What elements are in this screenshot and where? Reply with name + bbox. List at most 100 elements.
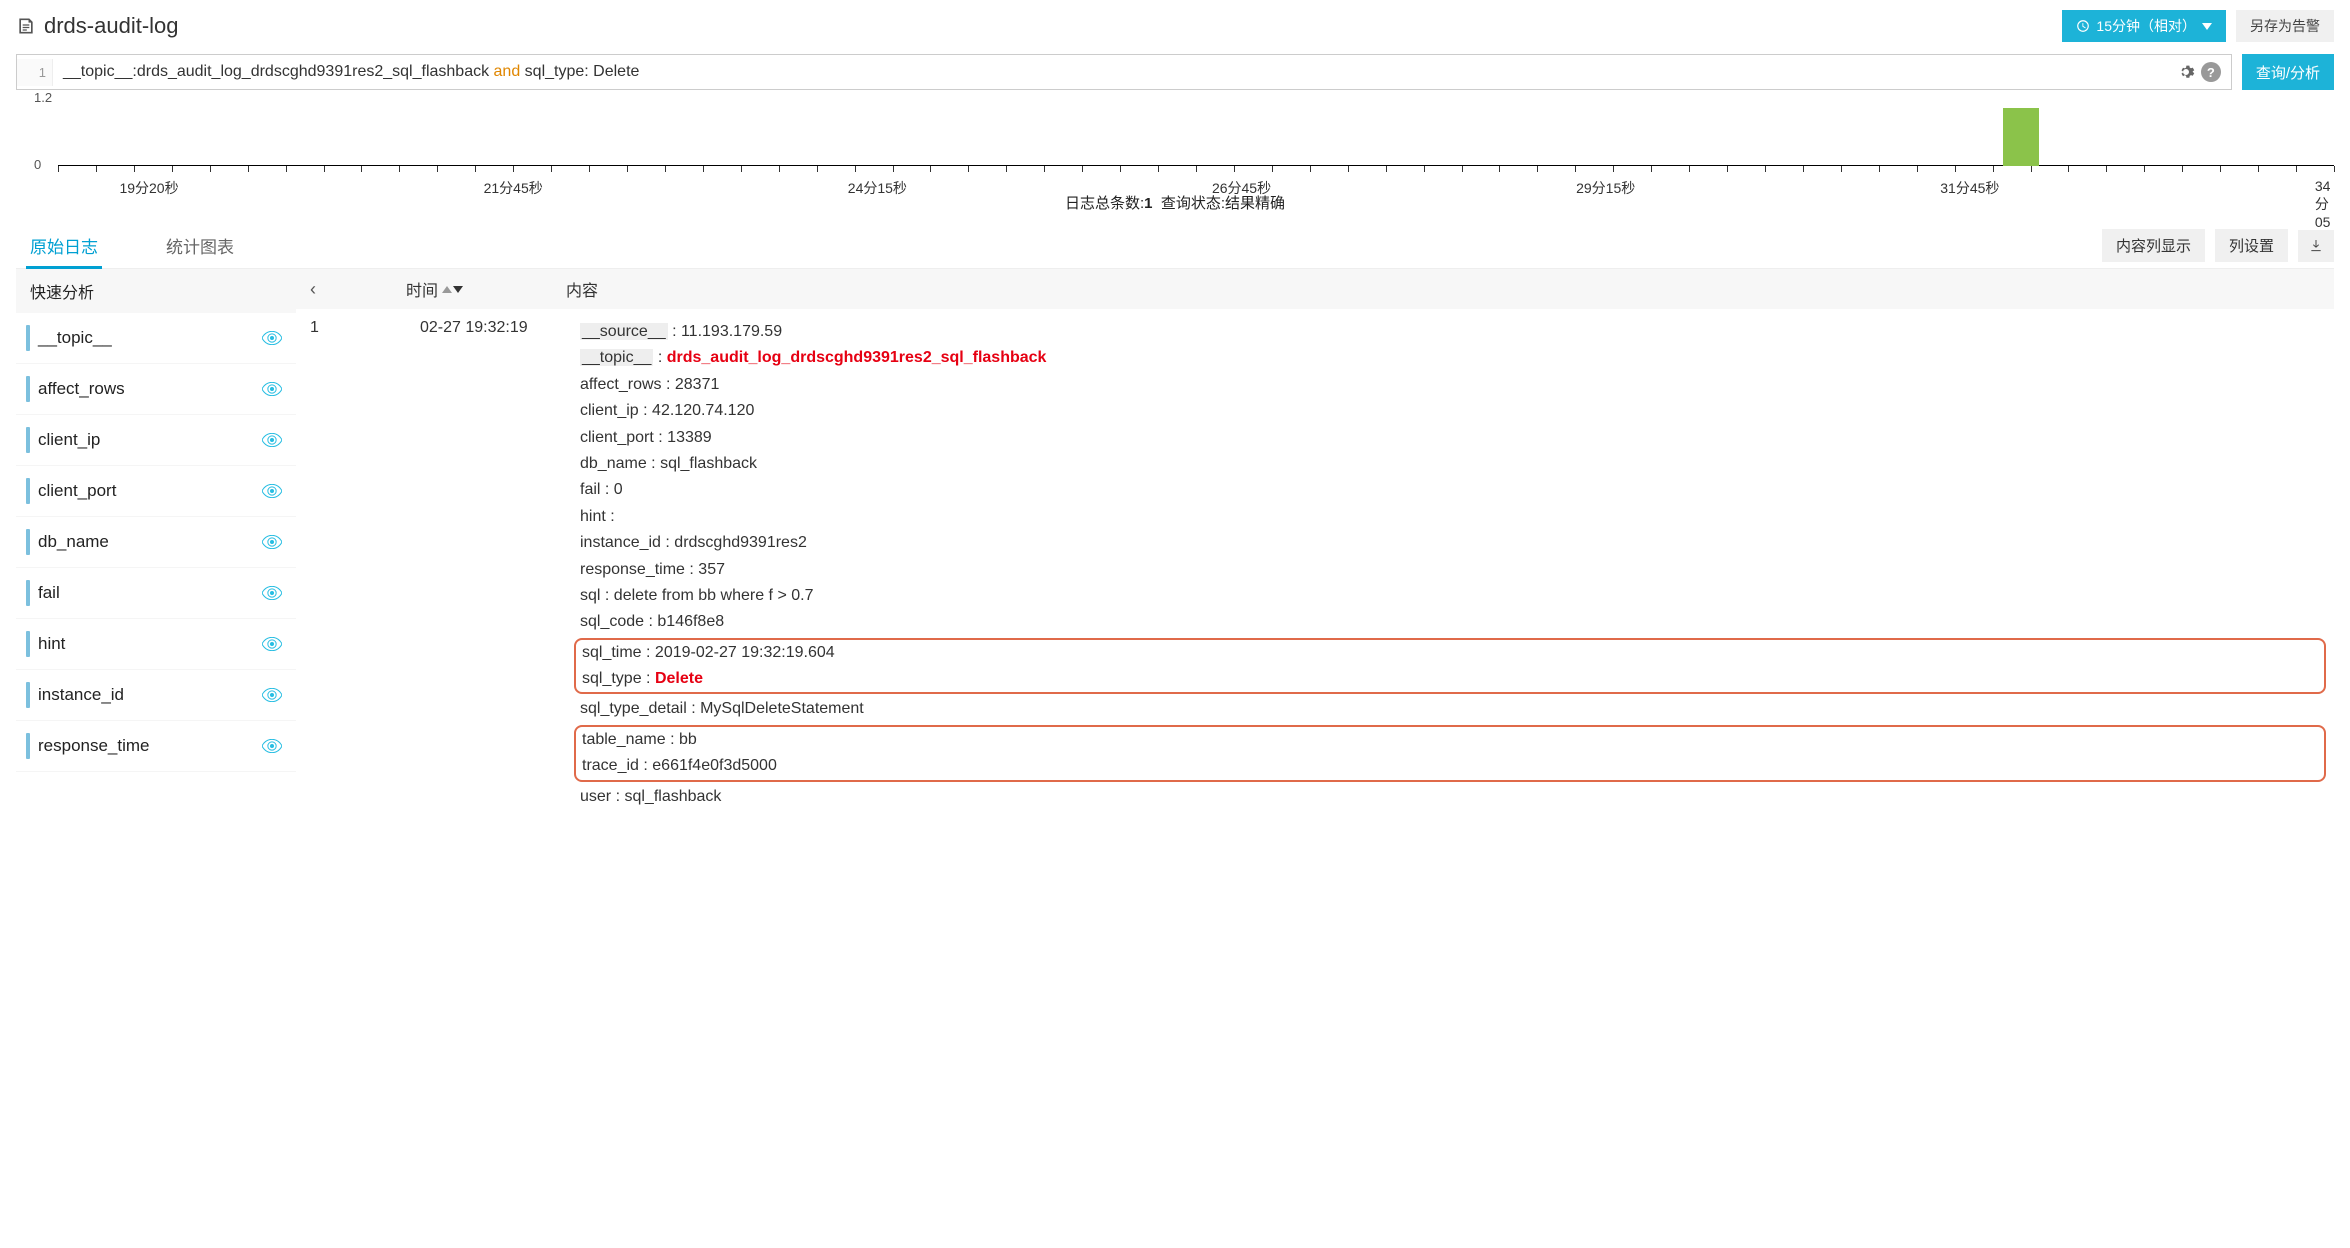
field-item-client_port[interactable]: client_port — [16, 466, 296, 517]
kv-value: 357 — [698, 561, 725, 578]
eye-icon[interactable] — [262, 739, 282, 753]
field-name-label: hint — [38, 634, 65, 654]
kv-pair: response_time : 357 — [580, 557, 2320, 583]
highlight-box: table_name : bbtrace_id : e661f4e0f3d500… — [574, 725, 2326, 782]
kv-value: Delete — [655, 670, 703, 687]
kv-key: sql_type — [582, 670, 642, 687]
kv-key: sql_time — [582, 644, 642, 661]
eye-icon[interactable] — [262, 331, 282, 345]
kv-value: 42.120.74.120 — [652, 402, 754, 419]
page-title: drds-audit-log — [44, 13, 179, 39]
log-content: __source__ : 11.193.179.59__topic__ : dr… — [580, 319, 2320, 810]
gear-icon[interactable] — [2177, 63, 2195, 81]
kv-key: table_name — [582, 731, 666, 748]
kv-pair: affect_rows : 28371 — [580, 372, 2320, 398]
kv-pair: sql_type_detail : MySqlDeleteStatement — [580, 696, 2320, 722]
field-bar-icon — [26, 478, 30, 504]
field-bar-icon — [26, 529, 30, 555]
kv-key: trace_id — [582, 757, 639, 774]
field-item-hint[interactable]: hint — [16, 619, 296, 670]
query-text[interactable]: __topic__:drds_audit_log_drdscghd9391res… — [53, 55, 2167, 89]
kv-pair: __source__ : 11.193.179.59 — [580, 319, 2320, 345]
query-input-box[interactable]: 1 __topic__:drds_audit_log_drdscghd9391r… — [16, 54, 2232, 90]
eye-icon[interactable] — [262, 433, 282, 447]
kv-key: hint — [580, 508, 606, 525]
field-name-label: __topic__ — [38, 328, 112, 348]
x-tick-label: 29分15秒 — [1576, 178, 1635, 198]
field-bar-icon — [26, 376, 30, 402]
kv-key: db_name — [580, 455, 647, 472]
kv-value: 2019-02-27 19:32:19.604 — [655, 644, 835, 661]
kv-key: user — [580, 788, 611, 805]
kv-value: sql_flashback — [660, 455, 757, 472]
eye-icon[interactable] — [262, 535, 282, 549]
kv-pair: client_ip : 42.120.74.120 — [580, 398, 2320, 424]
kv-key: fail — [580, 481, 600, 498]
eye-icon[interactable] — [262, 637, 282, 651]
kv-pair: sql_type : Delete — [582, 666, 2318, 692]
kv-key: sql — [580, 587, 600, 604]
kv-value: bb — [679, 731, 697, 748]
content-column-display-button[interactable]: 内容列显示 — [2102, 229, 2205, 262]
time-picker-button[interactable]: 15分钟（相对） — [2062, 10, 2226, 42]
field-bar-icon — [26, 427, 30, 453]
field-item-fail[interactable]: fail — [16, 568, 296, 619]
kv-key: __source__ — [580, 323, 668, 340]
kv-value: sql_flashback — [624, 788, 721, 805]
field-item-db_name[interactable]: db_name — [16, 517, 296, 568]
kv-value: b146f8e8 — [657, 613, 724, 630]
sort-arrows[interactable] — [442, 286, 463, 293]
y-tick-max: 1.2 — [34, 90, 52, 105]
kv-pair: sql_time : 2019-02-27 19:32:19.604 — [582, 640, 2318, 666]
field-bar-icon — [26, 682, 30, 708]
eye-icon[interactable] — [262, 586, 282, 600]
field-item-__topic__[interactable]: __topic__ — [16, 313, 296, 364]
kv-value: MySqlDeleteStatement — [700, 700, 864, 717]
tab-stats-chart[interactable]: 统计图表 — [162, 223, 238, 268]
field-name-label: fail — [38, 583, 60, 603]
field-item-instance_id[interactable]: instance_id — [16, 670, 296, 721]
y-tick-min: 0 — [34, 157, 41, 172]
column-content-header: 内容 — [566, 277, 598, 301]
kv-key: client_port — [580, 429, 654, 446]
download-button[interactable] — [2298, 230, 2334, 262]
kv-value: 28371 — [675, 376, 720, 393]
log-timestamp: 02-27 19:32:19 — [420, 319, 580, 810]
kv-key: __topic__ — [580, 349, 653, 366]
x-tick-label: 31分45秒 — [1940, 178, 1999, 198]
eye-icon[interactable] — [262, 382, 282, 396]
column-time-header[interactable]: 时间 — [406, 277, 438, 301]
histogram-bar — [2003, 108, 2039, 166]
x-tick-label: 24分15秒 — [848, 178, 907, 198]
field-name-label: db_name — [38, 532, 109, 552]
log-row: 1 02-27 19:32:19 __source__ : 11.193.179… — [296, 309, 2334, 820]
kv-pair: db_name : sql_flashback — [580, 451, 2320, 477]
kv-key: instance_id — [580, 534, 661, 551]
field-item-client_ip[interactable]: client_ip — [16, 415, 296, 466]
eye-icon[interactable] — [262, 688, 282, 702]
field-item-response_time[interactable]: response_time — [16, 721, 296, 772]
eye-icon[interactable] — [262, 484, 282, 498]
chevron-left-icon[interactable]: ‹ — [310, 279, 316, 300]
search-analyze-button[interactable]: 查询/分析 — [2242, 54, 2334, 90]
column-settings-button[interactable]: 列设置 — [2215, 229, 2288, 262]
save-alert-button[interactable]: 另存为告警 — [2236, 10, 2334, 42]
field-item-affect_rows[interactable]: affect_rows — [16, 364, 296, 415]
kv-key: affect_rows — [580, 376, 662, 393]
kv-value: 0 — [614, 481, 623, 498]
help-icon[interactable]: ? — [2201, 62, 2221, 82]
tab-raw-log[interactable]: 原始日志 — [26, 223, 102, 268]
kv-value: e661f4e0f3d5000 — [652, 757, 777, 774]
sort-desc-icon — [453, 286, 463, 293]
kv-pair: instance_id : drdscghd9391res2 — [580, 530, 2320, 556]
field-name-label: client_port — [38, 481, 116, 501]
kv-pair: trace_id : e661f4e0f3d5000 — [582, 753, 2318, 779]
kv-value: drdscghd9391res2 — [674, 534, 807, 551]
kv-key: response_time — [580, 561, 685, 578]
log-sequence: 1 — [310, 319, 420, 810]
x-tick-label: 21分45秒 — [484, 178, 543, 198]
log-icon — [16, 16, 36, 36]
kv-pair: hint : — [580, 504, 2320, 530]
x-tick-label: 34分05 — [2315, 178, 2331, 230]
download-icon — [2308, 238, 2324, 254]
